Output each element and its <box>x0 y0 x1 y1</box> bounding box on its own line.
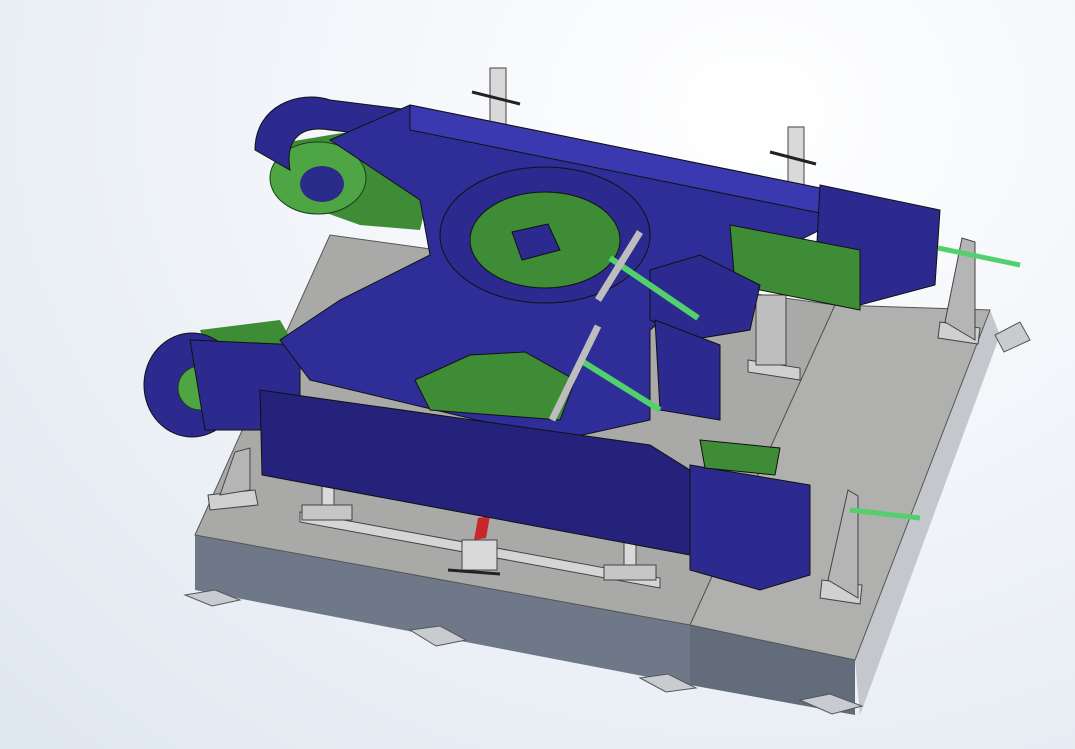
left-rear-support[interactable] <box>207 447 259 511</box>
rear-arm-green-bore <box>300 166 344 202</box>
assembly-model[interactable] <box>0 0 1075 749</box>
strap-right-rear <box>937 245 1021 268</box>
foot-pad <box>994 321 1031 353</box>
cad-viewport[interactable] <box>0 0 1075 749</box>
